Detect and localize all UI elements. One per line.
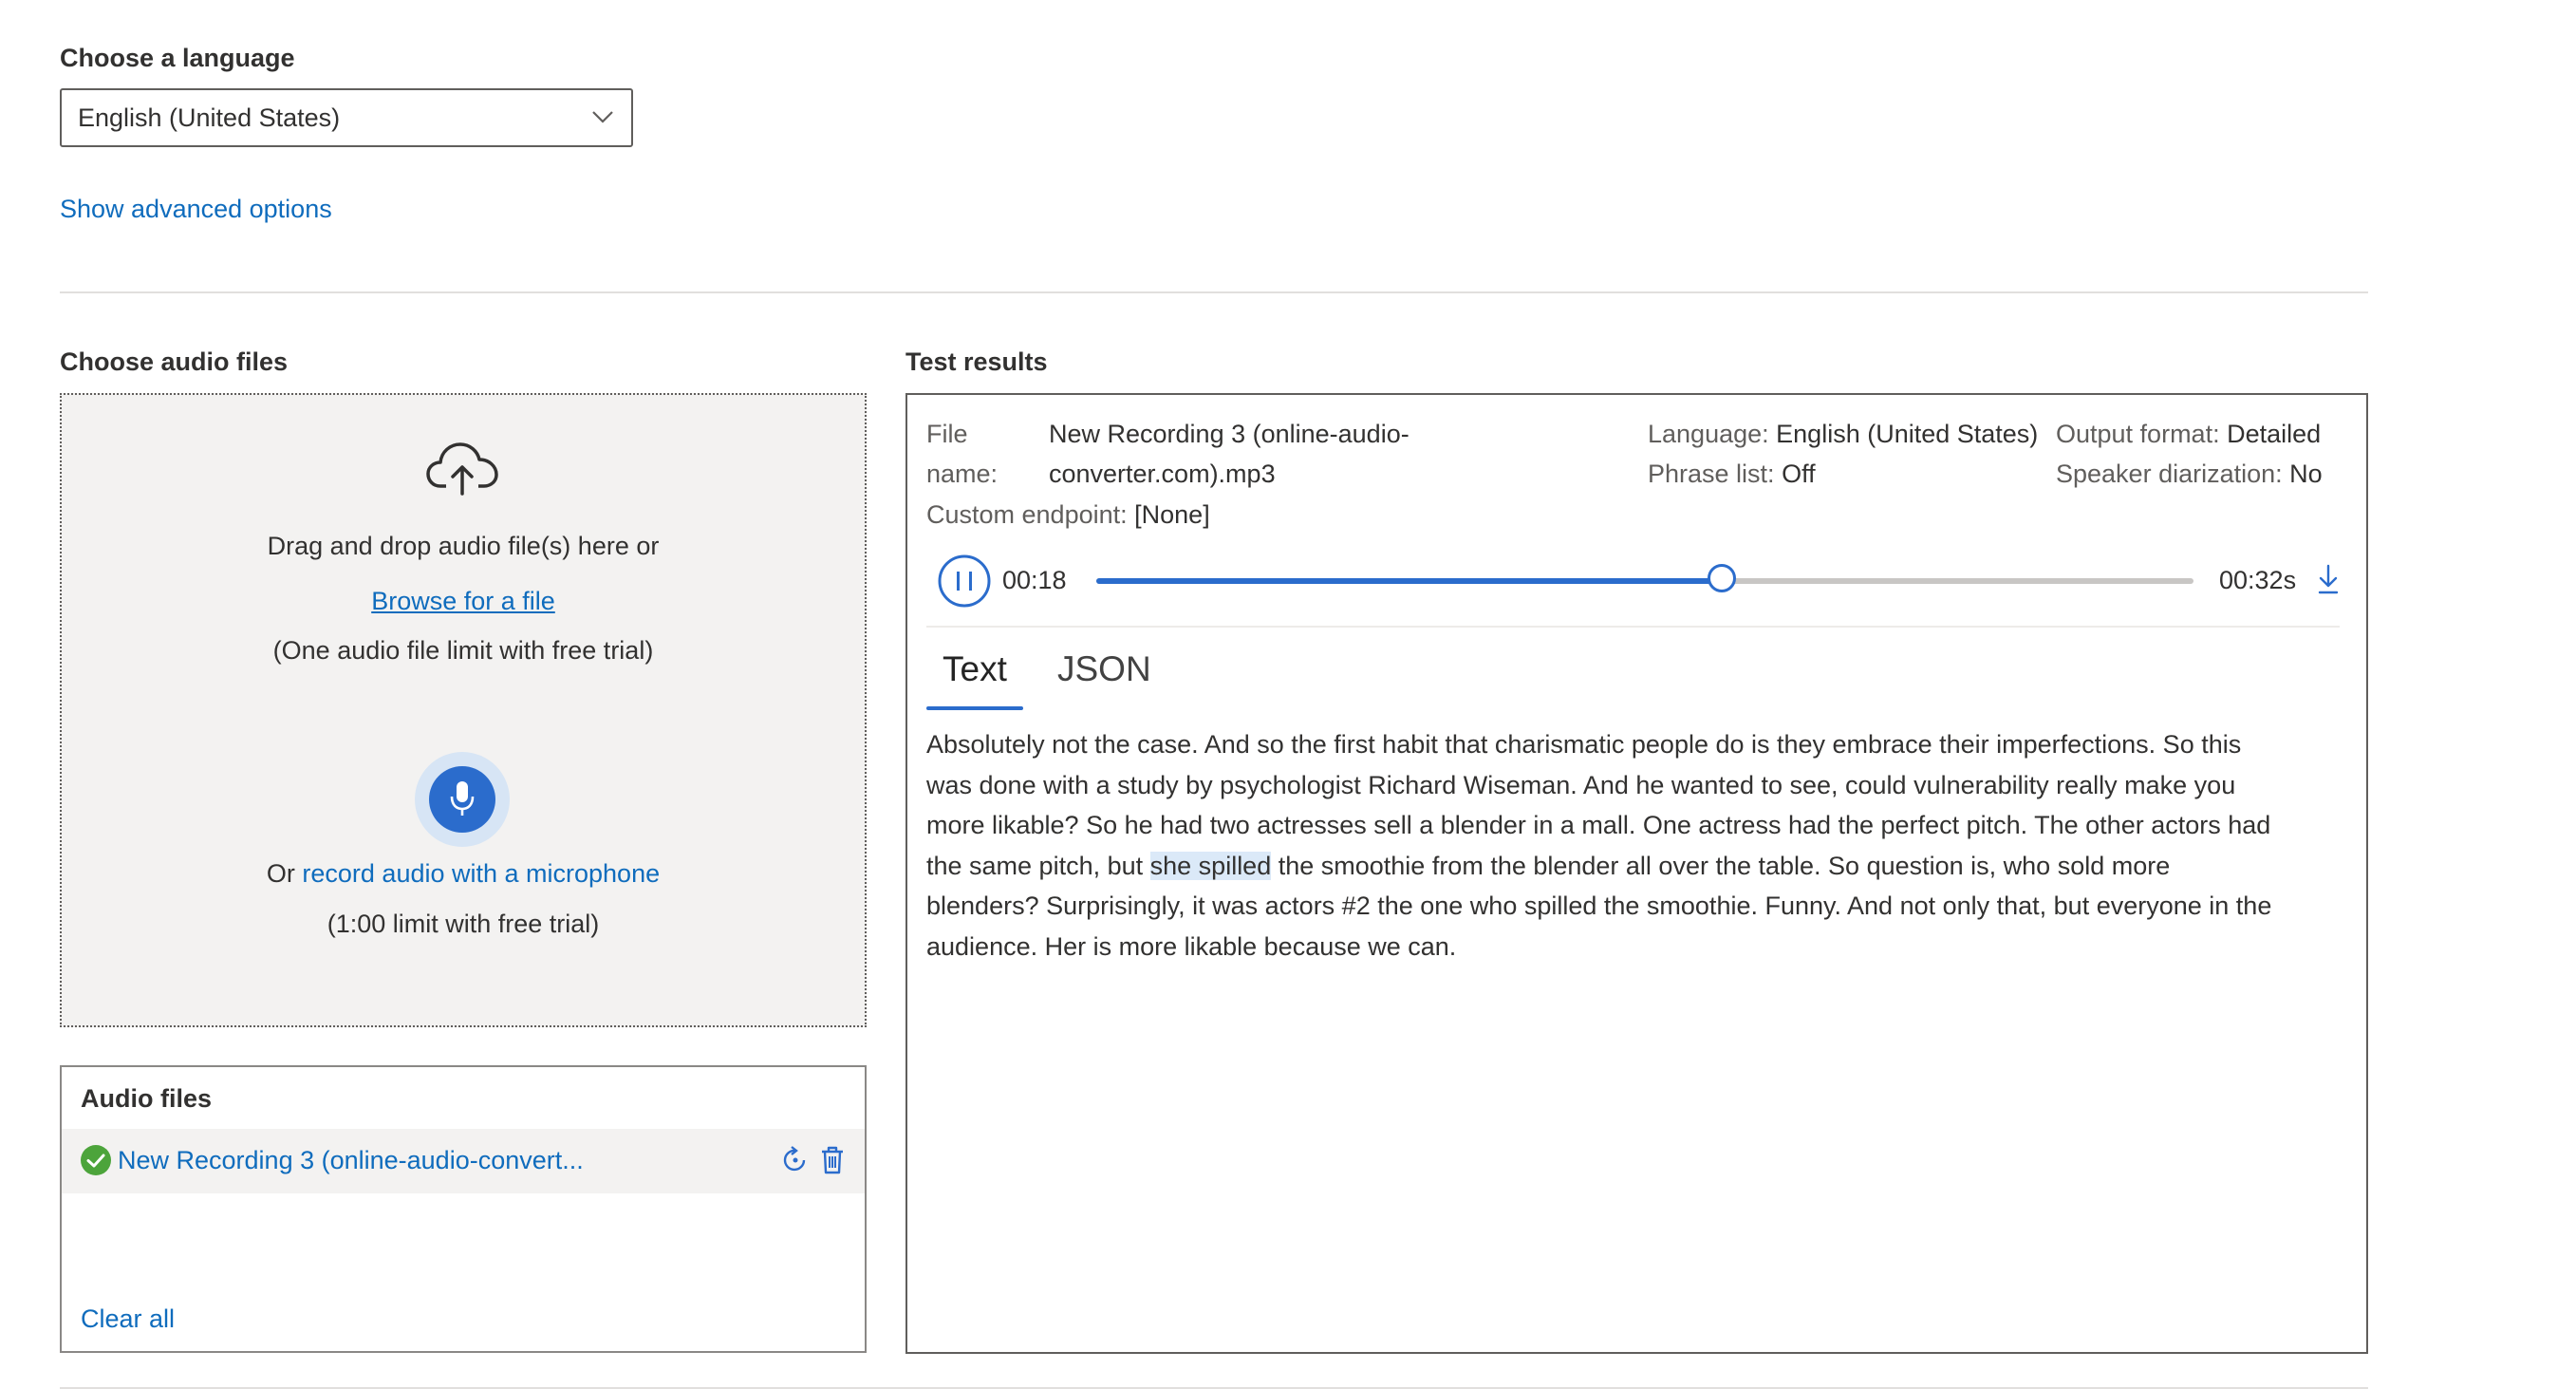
audio-files-heading: Choose audio files [60, 347, 289, 376]
section-divider [60, 291, 2368, 293]
output-format-meta: Output format: Detailed [2056, 420, 2321, 449]
phrase-list-meta: Phrase list: Off [1648, 460, 1816, 489]
playback-thumb[interactable] [1708, 564, 1736, 592]
microphone-icon [450, 781, 475, 816]
transcript-text: Absolutely not the case. And so the firs… [926, 724, 2350, 967]
record-limit-text: (1:00 limit with free trial) [327, 910, 600, 938]
language-select-value: English (United States) [78, 103, 341, 132]
current-time: 00:18 [1002, 566, 1067, 594]
show-advanced-options-link[interactable]: Show advanced options [60, 195, 332, 224]
phrase-list-value: Off [1782, 460, 1816, 488]
cloud-upload-icon [426, 442, 498, 496]
tab-text-indicator [926, 706, 1023, 710]
transcript-line: audience. Her is more likable because we… [926, 931, 1457, 961]
record-prefix: Or [266, 859, 295, 888]
record-audio-link[interactable]: record audio with a microphone [302, 859, 660, 888]
file-name-value: New Recording 3 (online-audio- [1049, 420, 1409, 448]
speaker-diarization-value: No [2289, 460, 2323, 488]
delete-icon[interactable] [818, 1145, 847, 1175]
transcript-line: the same pitch, but she spilled the smoo… [926, 846, 2350, 887]
file-name-value-2: converter.com).mp3 [1049, 460, 1276, 488]
custom-endpoint-label: Custom endpoint: [926, 500, 1128, 529]
output-format-label: Output format: [2056, 420, 2220, 448]
file-limit-text: (One audio file limit with free trial) [272, 636, 654, 665]
chevron-down-icon [592, 111, 613, 123]
transcript-line: more likable? So he had two actresses se… [926, 811, 2271, 840]
custom-endpoint-value: [None] [1134, 500, 1210, 529]
speaker-diarization-meta: Speaker diarization: No [2056, 460, 2323, 489]
language-select[interactable]: English (United States) [60, 88, 633, 147]
transcript-highlight: she spilled [1149, 851, 1272, 880]
language-meta-value: English (United States) [1776, 420, 2039, 448]
test-results-heading: Test results [905, 347, 1048, 376]
tab-json[interactable]: JSON [1057, 649, 1151, 689]
clear-all-link[interactable]: Clear all [81, 1305, 175, 1334]
transcript-segment: the same pitch, but [926, 851, 1150, 880]
download-icon[interactable] [2316, 563, 2341, 595]
browse-file-link[interactable]: Browse for a file [371, 587, 555, 615]
file-name-label: File [926, 420, 968, 448]
file-name-label-2: name: [926, 460, 999, 488]
replay-icon[interactable] [780, 1145, 811, 1175]
audio-files-panel-title: Audio files [81, 1084, 213, 1113]
output-format-value: Detailed [2227, 420, 2322, 448]
transcript-line: blenders? Surprisingly, it was actors #2… [926, 892, 2272, 921]
language-heading: Choose a language [60, 44, 295, 72]
total-time: 00:32s [2219, 566, 2297, 594]
drag-drop-text: Drag and drop audio file(s) here or [267, 532, 660, 560]
transcript-line: was done with a study by psychologist Ri… [926, 770, 2236, 799]
language-meta-label: Language: [1648, 420, 1769, 448]
transcript-line: Absolutely not the case. And so the firs… [926, 730, 2242, 759]
custom-endpoint-meta: Custom endpoint: [None] [926, 500, 1210, 530]
transcript-segment: the smoothie from the blender all over t… [1271, 851, 2171, 880]
pause-button[interactable] [938, 554, 991, 608]
record-button[interactable] [429, 766, 495, 833]
audio-file-name[interactable]: New Recording 3 (online-audio-convert... [118, 1146, 584, 1175]
tab-text[interactable]: Text [943, 649, 1007, 689]
record-text: Or record audio with a microphone [60, 859, 867, 889]
success-check-icon [81, 1145, 111, 1175]
playback-progress [1096, 578, 1722, 584]
language-meta: Language: English (United States) [1648, 420, 2038, 449]
phrase-list-label: Phrase list: [1648, 460, 1775, 488]
speaker-diarization-label: Speaker diarization: [2056, 460, 2283, 488]
player-divider [926, 626, 2340, 628]
